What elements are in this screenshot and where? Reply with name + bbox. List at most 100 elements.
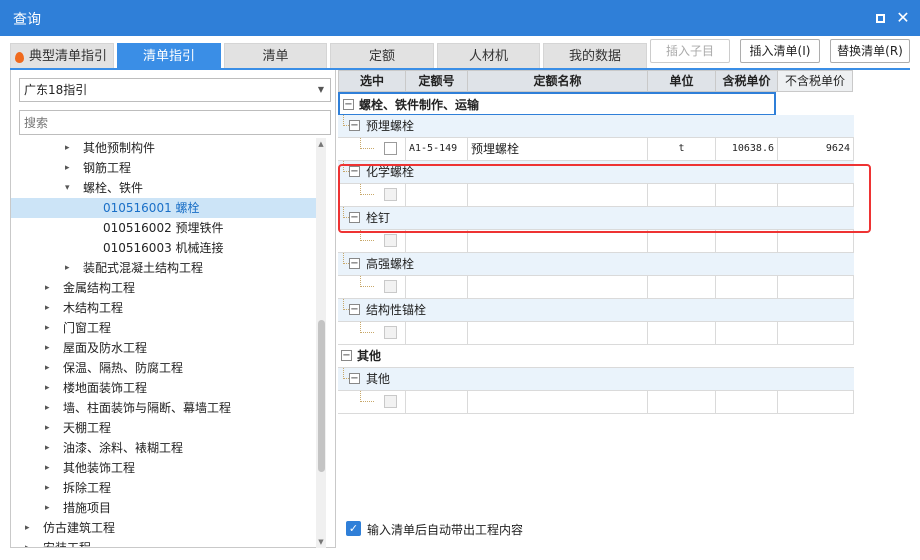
cell-unit[interactable] xyxy=(648,391,716,413)
cell-code[interactable] xyxy=(406,230,468,252)
group-row[interactable]: − 其他 xyxy=(338,345,854,368)
expand-arrow-icon[interactable]: ▸ xyxy=(65,258,75,278)
scroll-thumb[interactable] xyxy=(318,320,325,472)
tab-labor-material[interactable]: 人材机 xyxy=(437,43,540,69)
tree-item[interactable]: ▸ 楼地面装饰工程 xyxy=(11,378,316,398)
expand-arrow-icon[interactable]: ▸ xyxy=(45,278,55,298)
search-input[interactable] xyxy=(19,110,331,135)
tree-item[interactable]: ▸ 其他预制构件 xyxy=(11,138,316,158)
expand-arrow-icon[interactable]: ▸ xyxy=(45,298,55,318)
cell-price-notax[interactable]: 9624 xyxy=(778,138,854,160)
expand-arrow-icon[interactable]: ▸ xyxy=(45,358,55,378)
collapse-icon[interactable]: − xyxy=(349,304,360,315)
tree-item[interactable]: ▸ 措施项目 xyxy=(11,498,316,518)
tree-item[interactable]: ▸ 仿古建筑工程 xyxy=(11,518,316,538)
expand-arrow-icon[interactable]: ▸ xyxy=(25,518,35,538)
cell-unit[interactable] xyxy=(648,276,716,298)
row-checkbox[interactable] xyxy=(384,395,397,408)
cell-price-tax[interactable]: 10638.6 xyxy=(716,138,778,160)
row-checkbox[interactable] xyxy=(384,142,397,155)
cell-unit[interactable] xyxy=(648,230,716,252)
expand-arrow-icon[interactable]: ▸ xyxy=(65,158,75,178)
checkbox-checked-icon[interactable]: ✓ xyxy=(346,521,361,536)
subgroup-row[interactable]: − 其他 xyxy=(338,368,854,391)
tree-item[interactable]: ▸ 墙、柱面装饰与隔断、幕墙工程 xyxy=(11,398,316,418)
tree-item[interactable]: 010516003 机械连接 xyxy=(11,238,316,258)
cell-unit[interactable]: t xyxy=(648,138,716,160)
expand-arrow-icon[interactable]: ▸ xyxy=(45,458,55,478)
row-checkbox[interactable] xyxy=(384,326,397,339)
tab-my-data[interactable]: 我的数据 xyxy=(543,43,647,69)
expand-arrow-icon[interactable]: ▸ xyxy=(45,478,55,498)
cell-price-notax[interactable] xyxy=(778,230,854,252)
cell-code[interactable]: A1-5-149 xyxy=(406,138,468,160)
tree-item[interactable]: ▸ 安装工程 xyxy=(11,538,316,547)
tab-typical-list-guide[interactable]: 典型清单指引 xyxy=(10,43,114,69)
row-checkbox[interactable] xyxy=(384,280,397,293)
expand-arrow-icon[interactable]: ▸ xyxy=(25,538,35,547)
cell-code[interactable] xyxy=(406,276,468,298)
expand-arrow-icon[interactable]: ▸ xyxy=(45,418,55,438)
tree-item[interactable]: ▸ 保温、隔热、防腐工程 xyxy=(11,358,316,378)
cell-name[interactable] xyxy=(468,230,648,252)
tree-item[interactable]: ▸ 钢筋工程 xyxy=(11,158,316,178)
tree-item[interactable]: ▸ 油漆、涂料、裱糊工程 xyxy=(11,438,316,458)
cell-price-notax[interactable] xyxy=(778,322,854,344)
guide-select[interactable]: 广东18指引 ▼ xyxy=(19,78,331,102)
col-header-name[interactable]: 定额名称 xyxy=(468,70,648,92)
cell-name[interactable]: 预埋螺栓 xyxy=(468,138,648,160)
tree-item[interactable]: ▸ 门窗工程 xyxy=(11,318,316,338)
group-row[interactable]: − 螺栓、铁件制作、运输 xyxy=(338,92,776,116)
cell-price-notax[interactable] xyxy=(778,276,854,298)
cell-name[interactable] xyxy=(468,391,648,413)
tree-item[interactable]: ▸ 天棚工程 xyxy=(11,418,316,438)
tree-item[interactable]: ▸ 金属结构工程 xyxy=(11,278,316,298)
subgroup-row[interactable]: − 高强螺栓 xyxy=(338,253,854,276)
expand-arrow-icon[interactable]: ▸ xyxy=(45,338,55,358)
quota-row[interactable] xyxy=(338,391,854,414)
col-header-price-tax[interactable]: 含税单价 xyxy=(716,70,778,92)
quota-row[interactable] xyxy=(338,276,854,299)
scroll-up-icon[interactable]: ▲ xyxy=(316,140,326,148)
expand-arrow-icon[interactable]: ▸ xyxy=(45,438,55,458)
scroll-down-icon[interactable]: ▼ xyxy=(316,538,326,546)
quota-row[interactable] xyxy=(338,322,854,345)
replace-list-button[interactable]: 替换清单(R) xyxy=(830,39,910,63)
cell-name[interactable] xyxy=(468,322,648,344)
tree-item[interactable]: 010516001 螺栓 xyxy=(11,198,316,218)
tree-item[interactable]: ▸ 木结构工程 xyxy=(11,298,316,318)
cell-unit[interactable] xyxy=(648,322,716,344)
tree-item[interactable]: ▸ 屋面及防水工程 xyxy=(11,338,316,358)
tab-quota[interactable]: 定额 xyxy=(330,43,434,69)
col-header-unit[interactable]: 单位 xyxy=(648,70,716,92)
auto-bring-option[interactable]: ✓ 输入清单后自动带出工程内容 xyxy=(346,519,646,539)
expand-arrow-icon[interactable]: ▸ xyxy=(45,398,55,418)
row-checkbox[interactable] xyxy=(384,234,397,247)
subgroup-row[interactable]: − 预埋螺栓 xyxy=(338,115,854,138)
close-icon[interactable]: ✕ xyxy=(893,8,913,28)
cell-price-tax[interactable] xyxy=(716,276,778,298)
tree-item[interactable]: 010516002 预埋铁件 xyxy=(11,218,316,238)
tree-item[interactable]: ▾ 螺栓、铁件 xyxy=(11,178,316,198)
cell-name[interactable] xyxy=(468,276,648,298)
cell-code[interactable] xyxy=(406,322,468,344)
left-scrollbar[interactable]: ▲ ▼ xyxy=(316,138,326,548)
col-header-select[interactable]: 选中 xyxy=(338,70,406,92)
col-header-price-notax[interactable]: 不含税单价 xyxy=(778,70,853,92)
collapse-icon[interactable]: − xyxy=(341,350,352,361)
expand-arrow-icon[interactable]: ▸ xyxy=(65,138,75,158)
insert-list-button[interactable]: 插入清单(I) xyxy=(740,39,820,63)
subgroup-row[interactable]: − 结构性锚栓 xyxy=(338,299,854,322)
tab-list[interactable]: 清单 xyxy=(224,43,327,69)
expand-arrow-icon[interactable]: ▸ xyxy=(45,498,55,518)
collapse-icon[interactable]: − xyxy=(349,120,360,131)
tree-item[interactable]: ▸ 拆除工程 xyxy=(11,478,316,498)
insert-child-button[interactable]: 插入子目 xyxy=(650,39,730,63)
quota-row[interactable] xyxy=(338,230,854,253)
tab-list-guide[interactable]: 清单指引 xyxy=(117,43,221,69)
maximize-icon[interactable] xyxy=(870,8,890,28)
expand-arrow-icon[interactable]: ▸ xyxy=(45,378,55,398)
expand-arrow-icon[interactable]: ▸ xyxy=(45,318,55,338)
quota-row[interactable]: A1-5-149 预埋螺栓 t 10638.6 9624 xyxy=(338,138,854,161)
col-header-code[interactable]: 定额号 xyxy=(406,70,468,92)
